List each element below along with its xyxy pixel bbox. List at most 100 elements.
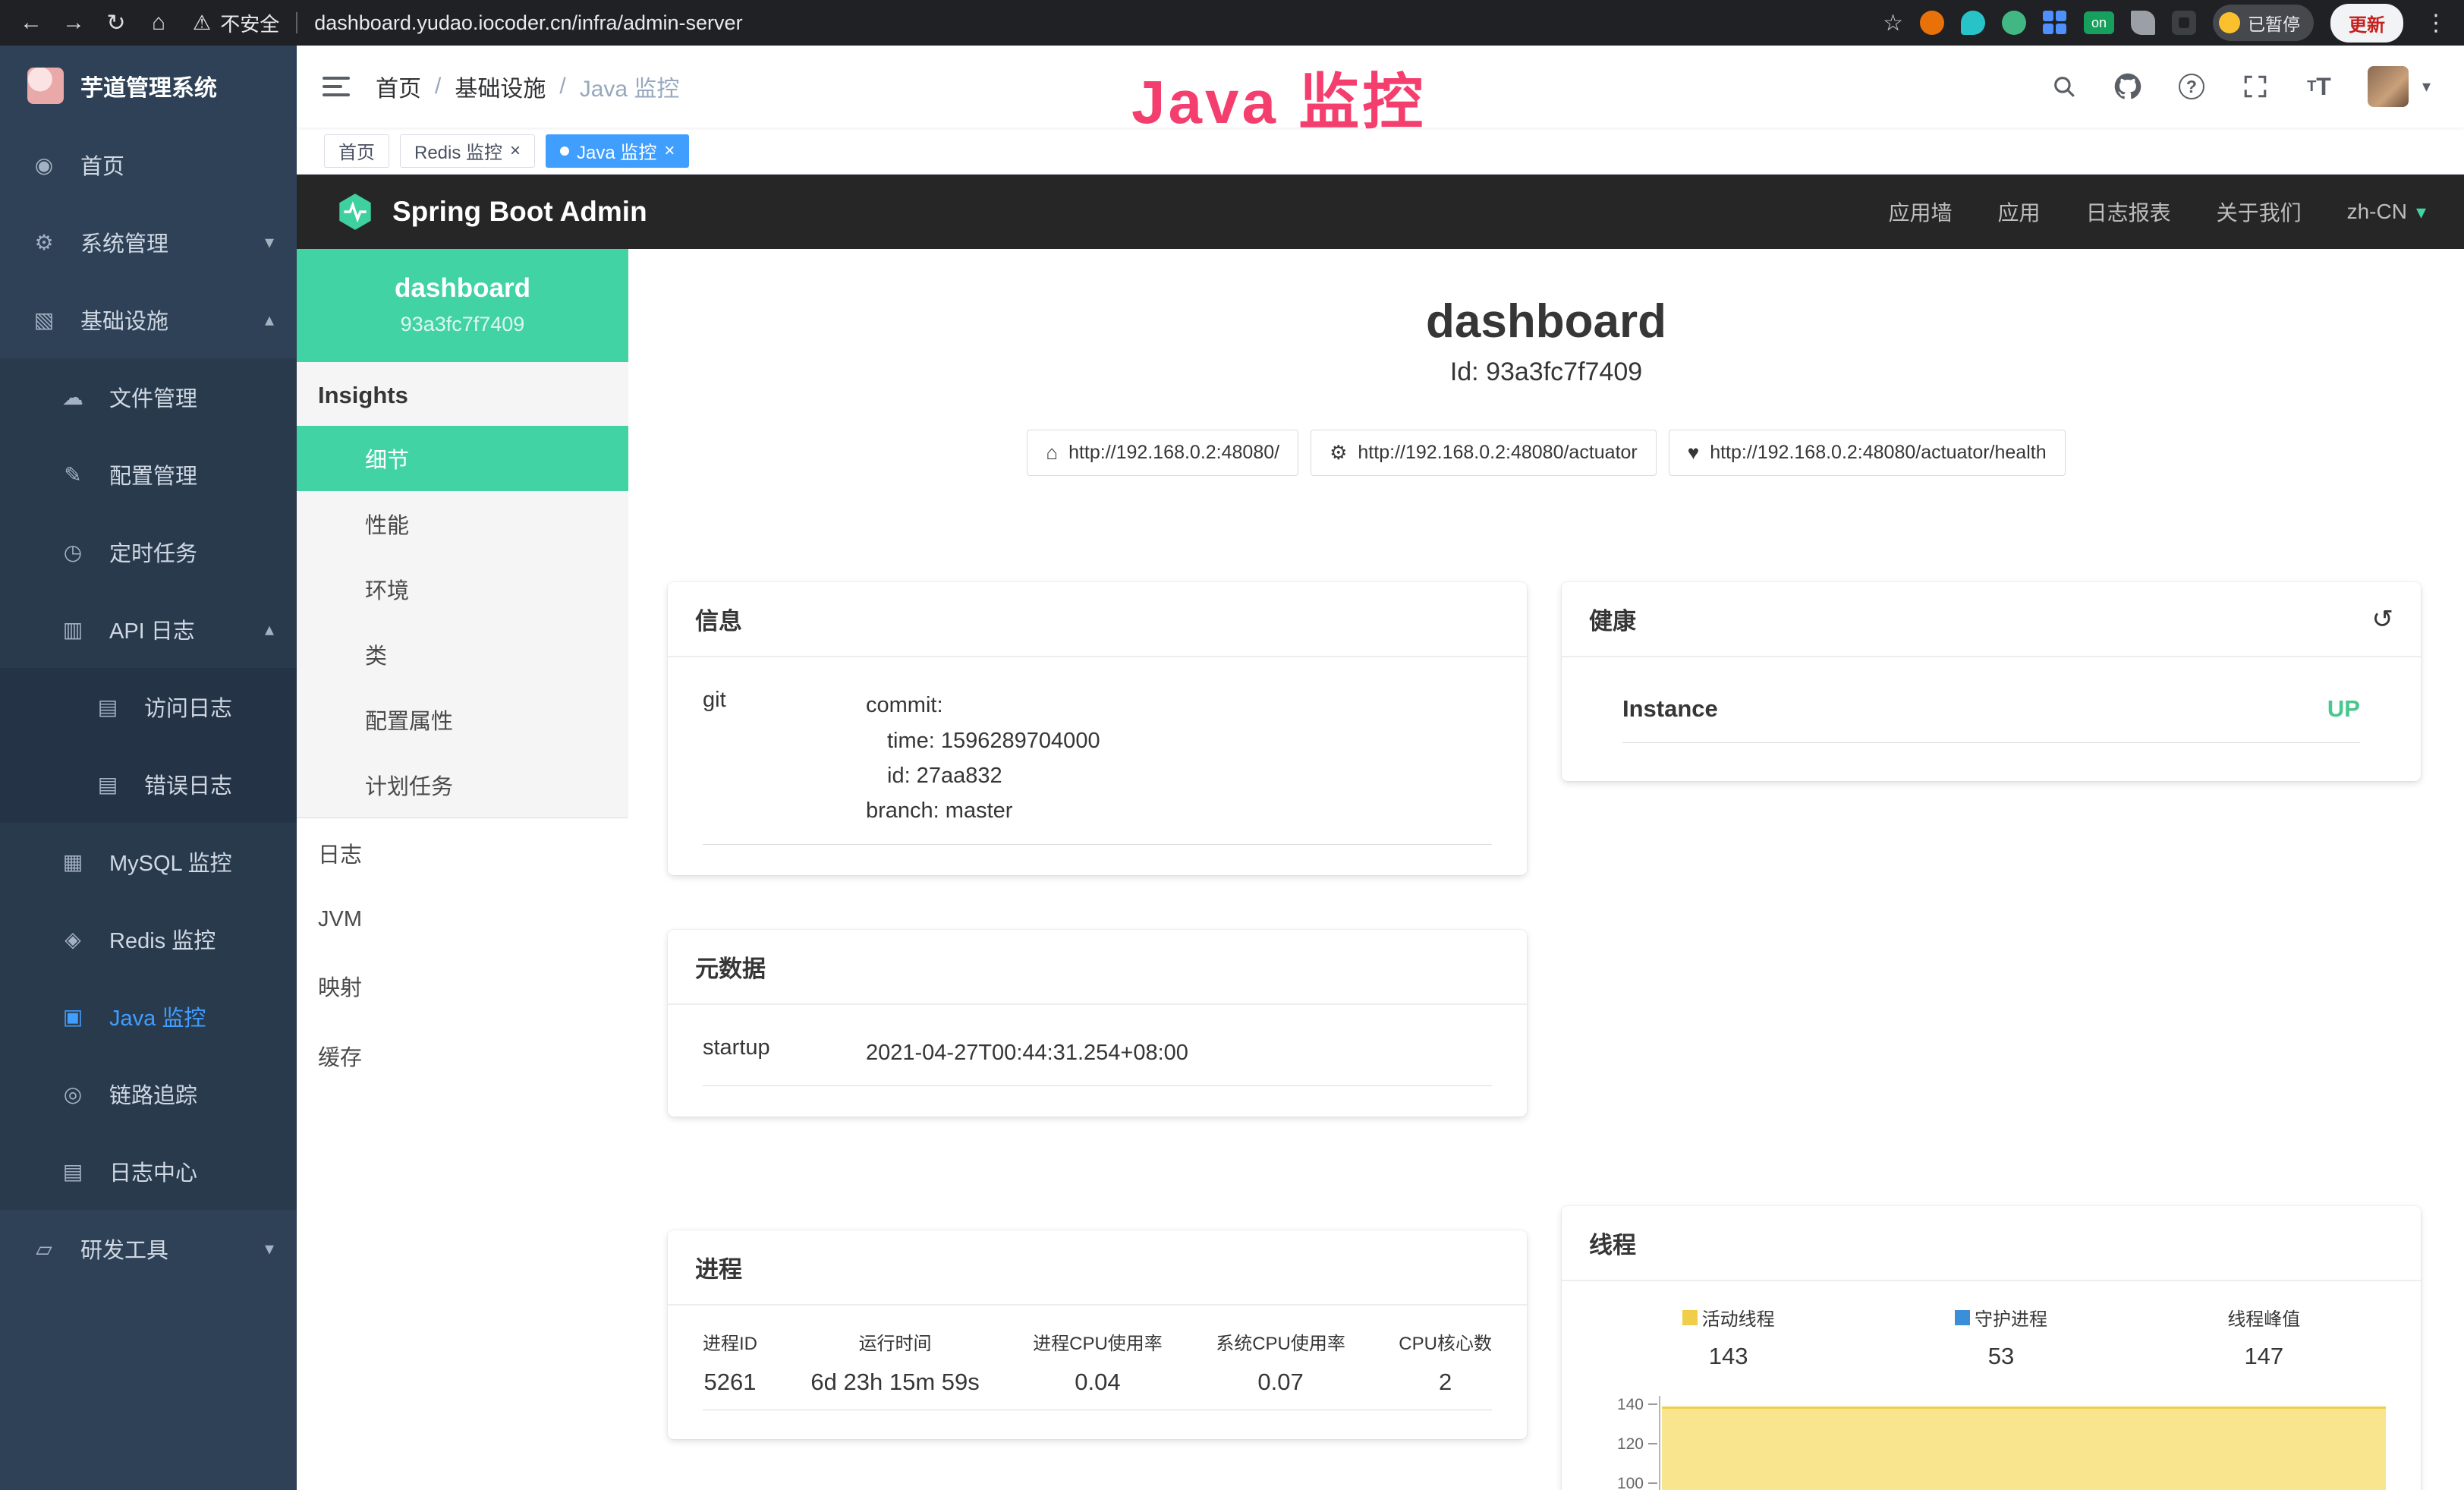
sidebar-item-infra[interactable]: ▧ 基础设施 ▴ (0, 281, 297, 358)
sba-nav-about[interactable]: 关于我们 (2217, 197, 2302, 227)
sidebar-item-access-log[interactable]: ▤ 访问日志 (0, 668, 297, 745)
sba-sidebar: dashboard 93a3fc7f7409 Insights 细节 性能 环境… (297, 249, 628, 1490)
info-card: 信息 git commit: time: 1596289704000 id: 2… (668, 582, 1527, 875)
sidebar-item-log-center[interactable]: ▤ 日志中心 (0, 1132, 297, 1210)
instance-name: dashboard (306, 273, 619, 304)
sidebar-item-trace[interactable]: ◎ 链路追踪 (0, 1055, 297, 1132)
sba-brand[interactable]: Spring Boot Admin (335, 191, 647, 232)
tab-java-monitor[interactable]: Java 监控 × (546, 134, 689, 168)
sba-item-metrics[interactable]: 性能 (297, 491, 628, 556)
security-label[interactable]: 不安全 (220, 9, 279, 37)
y-tick: 120 (1617, 1435, 1657, 1475)
language-label: zh-CN (2347, 200, 2407, 224)
github-icon[interactable] (2113, 71, 2143, 102)
tab-redis-monitor[interactable]: Redis 监控 × (400, 134, 535, 168)
sidebar-item-config-manage[interactable]: ✎ 配置管理 (0, 436, 297, 513)
sba-item-caches[interactable]: 缓存 (297, 1021, 628, 1091)
address-bar[interactable]: ⚠ 不安全 dashboard.yudao.iocoder.cn/infra/a… (193, 9, 1878, 37)
reload-icon[interactable]: ↻ (97, 5, 135, 40)
sba-item-classes[interactable]: 类 (297, 622, 628, 687)
extension-icon-on-badge[interactable]: on (2084, 11, 2114, 34)
sba-nav-journal[interactable]: 日志报表 (2086, 197, 2171, 227)
extension-icon-orange[interactable] (1920, 11, 1944, 35)
sba-item-jvm[interactable]: JVM (297, 888, 628, 951)
mysql-icon: ▦ (59, 849, 87, 874)
extension-icon-droplet[interactable] (1961, 11, 1985, 35)
font-size-icon[interactable] (2304, 71, 2334, 102)
git-commit-line: commit: (866, 688, 1492, 723)
sidebar-item-redis-monitor[interactable]: ◈ Redis 监控 (0, 900, 297, 978)
forward-icon[interactable]: → (55, 5, 93, 40)
sba-nav-wallboard[interactable]: 应用墙 (1889, 197, 1953, 227)
service-url-label: http://192.168.0.2:48080/ (1068, 442, 1279, 464)
actuator-url-label: http://192.168.0.2:48080/actuator (1358, 442, 1637, 464)
sba-item-scheduled-tasks[interactable]: 计划任务 (297, 752, 628, 817)
sba-nav-applications[interactable]: 应用 (1998, 197, 2041, 227)
sidebar-item-java-monitor[interactable]: ▣ Java 监控 (0, 978, 297, 1055)
metadata-value: 2021-04-27T00:44:31.254+08:00 (866, 1035, 1492, 1070)
breadcrumb-infra[interactable]: 基础设施 (455, 70, 546, 103)
extension-icon-vue[interactable] (2002, 11, 2026, 35)
extension-icon-leaf[interactable] (2131, 11, 2155, 35)
language-select[interactable]: zh-CN ▾ (2347, 200, 2426, 224)
hamburger-icon[interactable] (297, 77, 376, 96)
close-icon[interactable]: × (510, 142, 521, 160)
url-text[interactable]: dashboard.yudao.iocoder.cn/infra/admin-s… (314, 11, 742, 35)
metadata-key: startup (703, 1035, 866, 1070)
paused-badge[interactable]: 已暂停 (2213, 5, 2314, 41)
extensions-puzzle-icon[interactable] (2172, 11, 2196, 35)
bookmark-star-icon[interactable]: ☆ (1883, 10, 1903, 36)
sba-content: dashboard Id: 93a3fc7f7409 ⌂ http://192.… (628, 249, 2464, 1490)
health-url-button[interactable]: ♥ http://192.168.0.2:48080/actuator/heal… (1669, 430, 2066, 476)
sidebar-item-file-manage[interactable]: ☁ 文件管理 (0, 358, 297, 436)
sba-item-logs[interactable]: 日志 (297, 818, 628, 888)
history-icon[interactable]: ↺ (2372, 606, 2394, 632)
process-pid: 进程ID 5261 (703, 1328, 757, 1396)
sidebar-item-scheduled-jobs[interactable]: ◷ 定时任务 (0, 513, 297, 591)
sba-item-environment[interactable]: 环境 (297, 556, 628, 622)
error-log-icon: ▤ (94, 772, 121, 797)
service-url-button[interactable]: ⌂ http://192.168.0.2:48080/ (1027, 430, 1298, 476)
avatar-caret-icon[interactable]: ▾ (2422, 77, 2431, 96)
extension-icon-grid[interactable] (2043, 11, 2067, 35)
sidebar-item-error-log[interactable]: ▤ 错误日志 (0, 745, 297, 823)
sba-item-mappings[interactable]: 映射 (297, 951, 628, 1021)
card-title: 健康 (1589, 602, 1636, 636)
warning-icon[interactable]: ⚠ (193, 11, 211, 35)
column-header: CPU核心数 (1399, 1328, 1492, 1355)
instance-id: 93a3fc7f7409 (306, 313, 619, 336)
close-icon[interactable]: × (664, 142, 675, 160)
help-icon[interactable]: ? (2176, 71, 2207, 102)
cell-value: 2 (1399, 1369, 1492, 1396)
search-icon[interactable] (2049, 71, 2079, 102)
y-tick: 140 (1617, 1396, 1657, 1435)
sidebar-item-system[interactable]: ⚙ 系统管理 ▾ (0, 203, 297, 281)
fullscreen-icon[interactable] (2240, 71, 2270, 102)
chevron-down-icon: ▾ (2416, 200, 2426, 224)
access-log-icon: ▤ (94, 695, 121, 720)
user-avatar[interactable] (2368, 66, 2409, 107)
log-center-icon: ▤ (59, 1159, 87, 1184)
wrench-icon: ⚙ (1330, 441, 1347, 465)
browser-menu-icon[interactable]: ⋮ (2420, 10, 2452, 36)
sidebar-logo[interactable]: 芋道管理系统 (0, 46, 297, 126)
home-icon[interactable]: ⌂ (140, 5, 178, 40)
sidebar-item-mysql-monitor[interactable]: ▦ MySQL 监控 (0, 823, 297, 900)
chevron-down-icon: ▾ (265, 1238, 274, 1260)
breadcrumb-home[interactable]: 首页 (376, 70, 421, 103)
tab-home[interactable]: 首页 (324, 134, 389, 168)
breadcrumb: 首页 / 基础设施 / Java 监控 (376, 70, 679, 103)
card-title: 信息 (695, 602, 742, 636)
tab-label: 首页 (338, 137, 375, 164)
redis-icon: ◈ (59, 927, 87, 952)
sidebar-item-api-log[interactable]: ▥ API 日志 ▴ (0, 591, 297, 668)
sba-item-details[interactable]: 细节 (297, 426, 628, 491)
status-badge: UP (2327, 695, 2360, 723)
sidebar-item-dev-tools[interactable]: ▱ 研发工具 ▾ (0, 1210, 297, 1287)
sidebar-item-home[interactable]: ◉ 首页 (0, 126, 297, 203)
cards-right-column: 健康 ↺ Instance UP (1562, 582, 2421, 1490)
actuator-url-button[interactable]: ⚙ http://192.168.0.2:48080/actuator (1311, 430, 1657, 476)
update-button[interactable]: 更新 (2330, 4, 2403, 43)
back-icon[interactable]: ← (12, 5, 50, 40)
sba-item-config-props[interactable]: 配置属性 (297, 687, 628, 752)
